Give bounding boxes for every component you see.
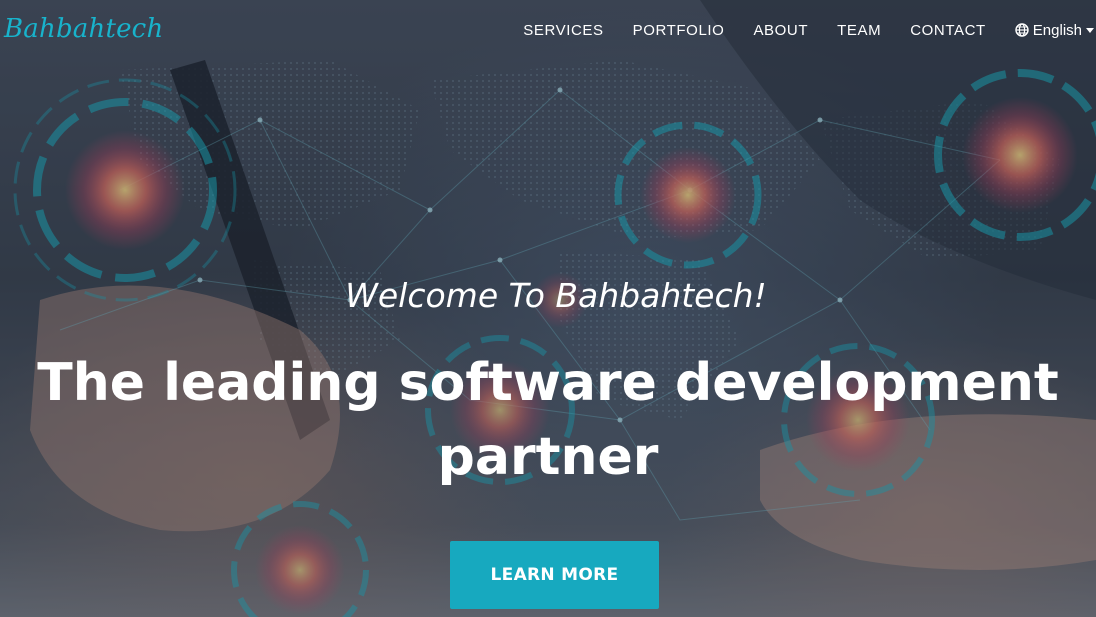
- learn-more-button[interactable]: LEARN MORE: [450, 541, 659, 609]
- caret-down-icon: [1086, 27, 1094, 33]
- nav-item-team[interactable]: TEAM: [837, 22, 881, 39]
- hero-headline-text: The leading software development partner: [37, 353, 1059, 487]
- hero-welcome-text: Welcome To Bahbahtech!: [345, 276, 767, 315]
- language-dropdown[interactable]: English: [1015, 22, 1094, 39]
- hero-section: Bahbahtech SERVICES PORTFOLIO ABOUT TEAM…: [0, 0, 1096, 617]
- brand-logo[interactable]: Bahbahtech: [4, 14, 163, 44]
- globe-icon: [1015, 23, 1029, 37]
- nav-item-about[interactable]: ABOUT: [753, 22, 808, 39]
- nav-links: SERVICES PORTFOLIO ABOUT TEAM CONTACT En…: [494, 20, 1096, 40]
- language-label: English: [1032, 21, 1082, 39]
- nav-item-services[interactable]: SERVICES: [523, 22, 603, 39]
- top-navbar: Bahbahtech SERVICES PORTFOLIO ABOUT TEAM…: [0, 0, 1096, 60]
- nav-item-portfolio[interactable]: PORTFOLIO: [633, 22, 725, 39]
- hero-headline: The leading software development partner: [0, 346, 1096, 494]
- nav-item-contact[interactable]: CONTACT: [910, 22, 986, 39]
